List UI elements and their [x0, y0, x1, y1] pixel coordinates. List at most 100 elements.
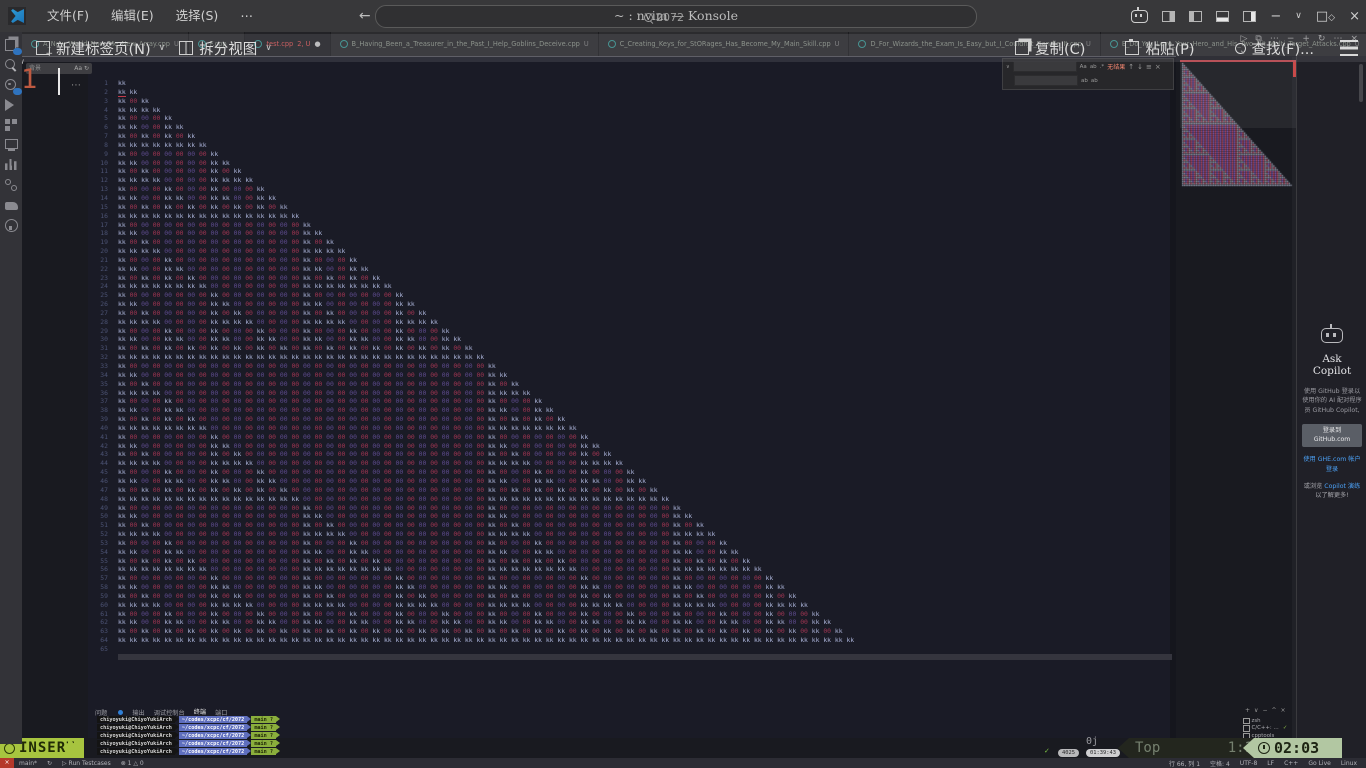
konsole-paste-button[interactable]: 粘贴(P) — [1125, 38, 1194, 59]
status-bar-item[interactable]: ↻ — [42, 760, 57, 767]
desktop: 文件(F)编辑(E)选择(S)⋯ ← → ~ : nvim — Konsole … — [0, 0, 1366, 768]
whole-word-icon[interactable]: ab — [1090, 64, 1097, 70]
vim-pending-keys: 0j — [1086, 736, 1098, 747]
line-number: 34 — [88, 371, 108, 380]
remote-explorer-icon[interactable] — [5, 139, 18, 152]
panel-action-icon[interactable]: ^ — [1271, 707, 1276, 714]
panel-action-icon[interactable]: × — [1281, 707, 1286, 714]
powerline-arrow — [276, 732, 280, 738]
regex-icon[interactable]: .* — [1100, 64, 1105, 70]
customize-layout-icon[interactable] — [1162, 11, 1175, 22]
terminal-list-item[interactable]: C/C++: …✓ — [1243, 725, 1296, 733]
minimize-button[interactable]: − — [1270, 9, 1281, 24]
konsole-split-view-button[interactable]: 拆分视图 ∨ — [179, 38, 272, 59]
clock-icon — [1258, 742, 1270, 754]
line-number: 5 — [88, 114, 108, 123]
chart-icon[interactable] — [5, 159, 18, 172]
command-center[interactable]: ~ : nvim — Konsole 2072 — [375, 5, 977, 28]
match-case-icon[interactable]: Aa — [74, 65, 82, 72]
buffer-line: kk kk kk kk kk kk kk kk kk kk kk kk kk k… — [118, 636, 854, 645]
refresh-icon[interactable]: ↻ — [84, 65, 89, 72]
source-control-icon[interactable] — [5, 79, 18, 92]
terminal-list-item[interactable]: zsh — [1243, 717, 1296, 725]
buffer-line: kk 00 00 00 kk 00 00 00 kk 00 00 00 kk 0… — [118, 327, 854, 336]
chevron-down-icon[interactable]: ∨ — [265, 43, 272, 53]
hamburger-menu-icon[interactable] — [1340, 40, 1358, 56]
docker-icon[interactable] — [5, 199, 18, 212]
konsole-new-tab-button[interactable]: 新建标签页(N) ∨ — [36, 38, 165, 59]
status-bar-item[interactable]: C++ — [1279, 760, 1303, 767]
status-bar-item[interactable]: main* — [14, 760, 42, 767]
chevron-down-icon[interactable]: ∨ — [1295, 11, 1302, 21]
ellipsis-text: ⋯ — [71, 80, 81, 91]
toggle-sidebar-icon[interactable] — [1189, 11, 1202, 22]
restore-button[interactable]: □◇ — [1316, 9, 1335, 24]
scroll-position: Top — [1135, 740, 1160, 756]
copilot-icon[interactable] — [1131, 10, 1148, 23]
check-icon: ✓ — [1044, 747, 1050, 755]
github-icon[interactable] — [5, 219, 18, 232]
find-in-selection-icon[interactable]: ≡ — [1146, 63, 1152, 71]
extensions-icon[interactable] — [5, 119, 18, 132]
status-bar-item[interactable]: UTF-8 — [1235, 760, 1263, 767]
konsole-scrollbar[interactable] — [1170, 57, 1176, 738]
buffer-line: kk kk kk kk 00 00 00 00 kk kk kk kk 00 0… — [118, 318, 854, 327]
ghe-signin-link[interactable]: 使用 GHE.com 帐户登录 — [1302, 455, 1362, 474]
explorer-icon[interactable] — [5, 39, 18, 52]
status-bar-item[interactable]: LF — [1262, 760, 1279, 767]
buffer-line: kk kk 00 00 kk kk 00 00 kk kk 00 00 kk k… — [118, 194, 854, 203]
status-bar-item[interactable]: 空格: 4 — [1205, 759, 1235, 768]
line-number: 53 — [88, 539, 108, 548]
close-icon[interactable]: × — [1155, 63, 1161, 71]
terminal-output[interactable]: chiyoyuki@ChiyoYukiArch~/codes/xcpc/cf/2… — [97, 716, 280, 756]
live-share-icon — [5, 179, 17, 191]
live-share-icon[interactable] — [5, 179, 18, 192]
toggle-secondary-sidebar-icon[interactable] — [1243, 11, 1256, 22]
activity-bar — [0, 32, 22, 744]
line-number: 1 — [88, 79, 108, 88]
find-input[interactable] — [1013, 61, 1077, 72]
line-number: 43 — [88, 450, 108, 459]
menu-item[interactable]: 编辑(E) — [100, 0, 165, 32]
match-case-icon[interactable]: Aa — [1080, 64, 1087, 70]
next-match-icon[interactable]: ↓ — [1137, 63, 1143, 71]
diamond-icon: ◇ — [1328, 13, 1335, 23]
replace-all-icon[interactable]: ab — [1091, 78, 1098, 84]
status-bar-item[interactable]: Linux — [1336, 760, 1362, 767]
toggle-panel-icon[interactable] — [1216, 11, 1229, 22]
horizontal-scrollbar[interactable] — [118, 654, 1172, 660]
panel-action-icon[interactable]: ∨ — [1254, 707, 1258, 714]
menu-item[interactable]: ⋯ — [229, 0, 264, 32]
chevron-down-icon[interactable]: ∨ — [159, 43, 166, 53]
run-debug-icon[interactable] — [5, 99, 18, 112]
nvim-buffer[interactable]: kkkk kkkk 00 kkkk kk kk kkkk 00 00 00 kk… — [118, 79, 854, 645]
status-bar-item[interactable]: ▷ Run Testcases — [57, 760, 116, 767]
walkthrough-link[interactable]: Copilot 演练 — [1324, 483, 1360, 490]
line-number: 61 — [88, 610, 108, 619]
status-bar-item[interactable]: Go Live — [1303, 760, 1335, 767]
close-button[interactable]: × — [1349, 9, 1360, 24]
command-center-search[interactable]: 2072 — [644, 11, 684, 24]
panel-action-icon[interactable]: + — [1245, 707, 1250, 714]
konsole-copy-button[interactable]: 复制(C) — [1015, 38, 1085, 59]
minimap-viewport[interactable] — [1180, 62, 1297, 128]
menu-item[interactable]: 选择(S) — [165, 0, 230, 32]
search-icon[interactable] — [5, 59, 18, 72]
konsole-find-button[interactable]: 查找(F)... — [1235, 38, 1314, 59]
sidebar-scrollbar[interactable] — [1359, 64, 1363, 102]
replace-icon[interactable]: ab — [1081, 78, 1088, 84]
editor-line-number: 1 — [21, 64, 37, 95]
toggle-replace-chevron[interactable]: ∨ — [1006, 64, 1010, 70]
menu-item[interactable]: 文件(F) — [36, 0, 100, 32]
line-number: 21 — [88, 256, 108, 265]
line-number: 14 — [88, 194, 108, 203]
remote-indicator[interactable]: × — [0, 758, 14, 768]
panel-action-icon[interactable]: − — [1262, 707, 1267, 714]
titlebar-actions: − ∨ □◇ × — [1131, 0, 1360, 32]
status-bar-item[interactable]: 行 66, 列 1 — [1164, 759, 1205, 768]
status-bar-item[interactable]: ⊗ 1 △ 0 — [116, 760, 149, 767]
replace-input[interactable] — [1014, 75, 1078, 86]
line-number: 64 — [88, 636, 108, 645]
github-signin-button[interactable]: 登录到 GitHub.com — [1302, 424, 1362, 447]
prev-match-icon[interactable]: ↑ — [1128, 63, 1134, 71]
